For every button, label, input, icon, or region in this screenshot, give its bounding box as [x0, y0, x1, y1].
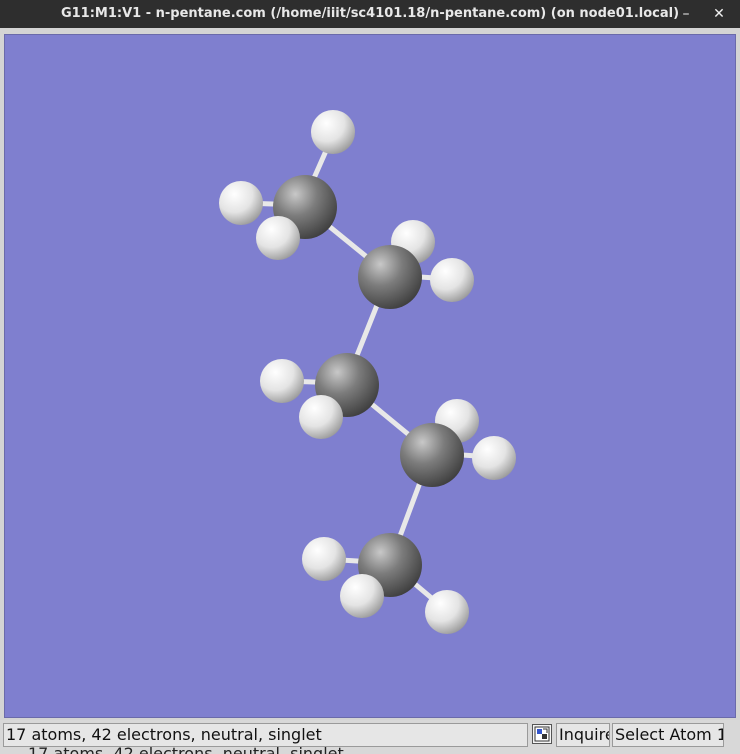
hydrogen-atom[interactable] — [219, 181, 263, 225]
hydrogen-atom[interactable] — [311, 110, 355, 154]
title-bar[interactable]: G11:M1:V1 - n-pentane.com (/home/iiit/sc… — [0, 0, 740, 28]
molecule-summary-shadow: 17 atoms, 42 electrons, neutral, singlet — [28, 747, 344, 754]
hydrogen-atom[interactable] — [260, 359, 304, 403]
gaussview-window: G11:M1:V1 - n-pentane.com (/home/iiit/sc… — [0, 0, 740, 754]
window-title: G11:M1:V1 - n-pentane.com (/home/iiit/sc… — [60, 6, 680, 21]
status-bar: 17 atoms, 42 electrons, neutral, singlet… — [0, 720, 740, 754]
close-button[interactable]: ✕ — [709, 4, 729, 24]
hydrogen-atom[interactable] — [299, 395, 343, 439]
mode-indicator: Inquire — [556, 723, 610, 747]
molecule-summary: 17 atoms, 42 electrons, neutral, singlet — [3, 723, 528, 747]
hydrogen-atom[interactable] — [425, 590, 469, 634]
hydrogen-atom[interactable] — [472, 436, 516, 480]
selection-mode-icon[interactable] — [532, 724, 552, 744]
hydrogen-atom[interactable] — [302, 537, 346, 581]
carbon-atom[interactable] — [400, 423, 464, 487]
hydrogen-atom[interactable] — [430, 258, 474, 302]
molecule-canvas[interactable] — [5, 35, 735, 717]
hydrogen-atom[interactable] — [340, 574, 384, 618]
carbon-atom[interactable] — [358, 245, 422, 309]
molecule-viewport[interactable] — [4, 34, 736, 718]
minimize-button[interactable]: – — [676, 4, 696, 24]
selection-prompt: Select Atom 1 — [612, 723, 724, 747]
hydrogen-atom[interactable] — [256, 216, 300, 260]
